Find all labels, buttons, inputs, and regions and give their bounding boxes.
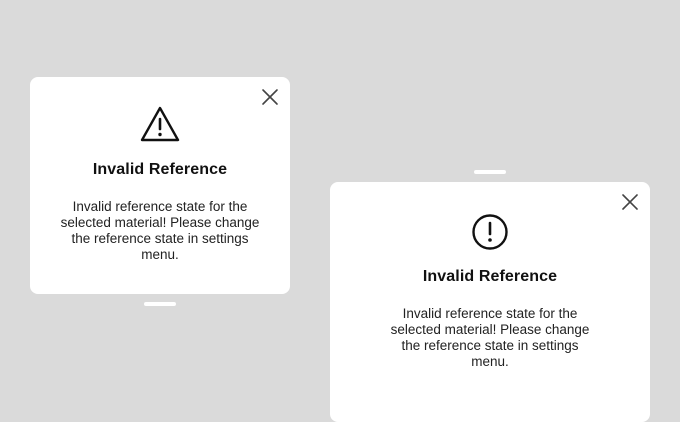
dialog-title: Invalid Reference (422, 268, 558, 285)
exclamation-circle-icon (472, 214, 508, 250)
close-button[interactable] (259, 86, 281, 108)
close-icon (262, 89, 278, 105)
close-button[interactable] (619, 191, 641, 213)
drag-handle[interactable] (144, 302, 176, 306)
error-dialog: Invalid Reference Invalid reference stat… (330, 182, 650, 422)
dialog-message: Invalid reference state for the selected… (390, 306, 590, 369)
close-icon (622, 194, 638, 210)
dialog-message: Invalid reference state for the selected… (60, 199, 260, 262)
dialog-title: Invalid Reference (92, 161, 228, 178)
drag-handle[interactable] (474, 170, 506, 174)
warning-triangle-icon (140, 106, 180, 142)
warning-dialog: Invalid Reference Invalid reference stat… (30, 77, 290, 294)
